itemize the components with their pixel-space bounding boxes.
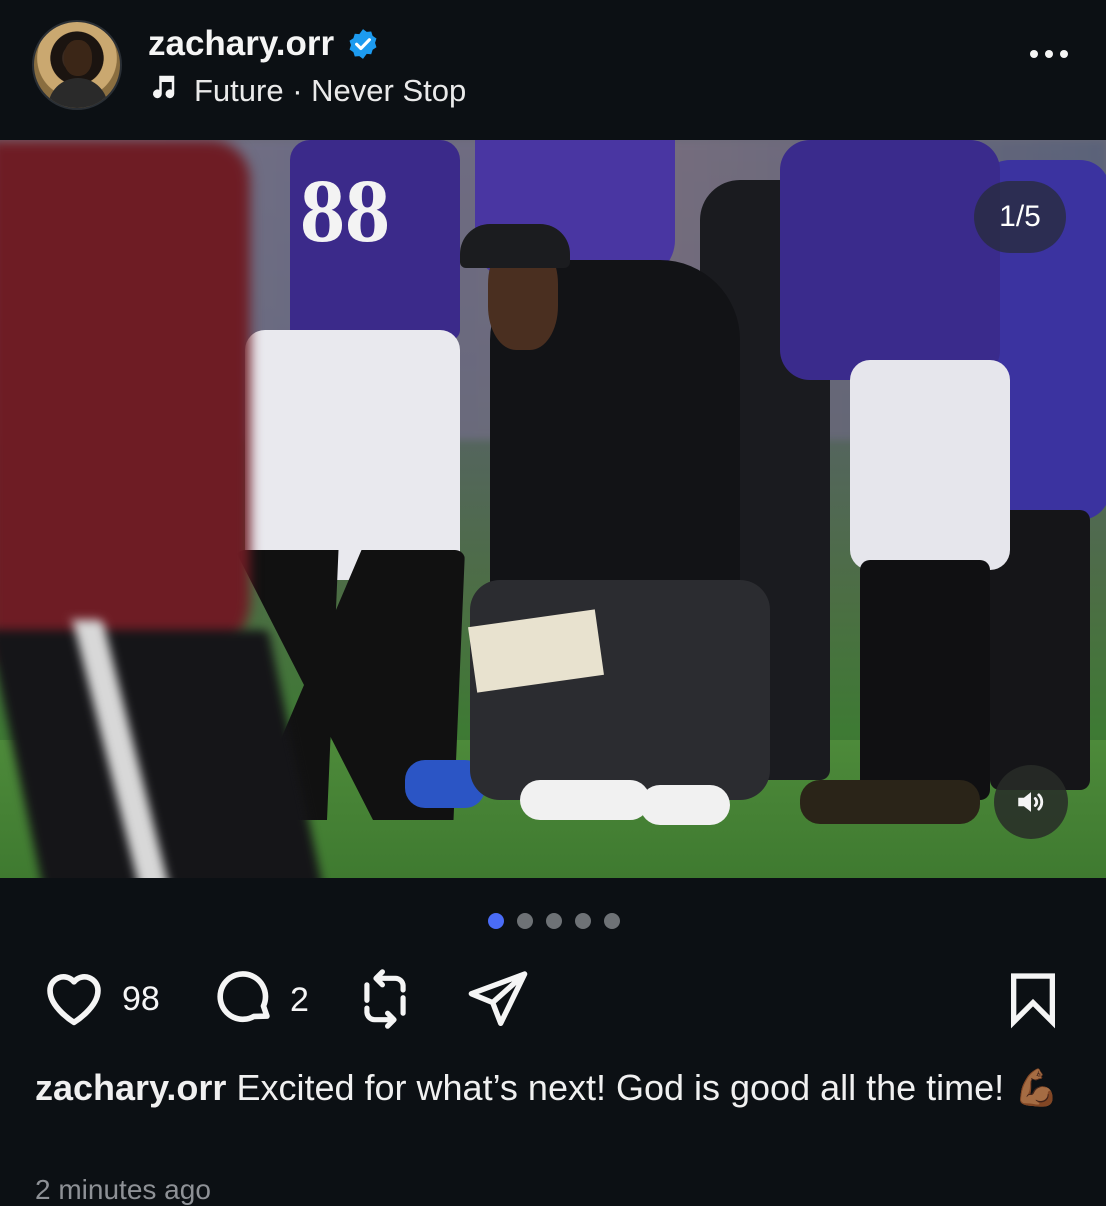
bookmark-icon <box>1004 966 1062 1037</box>
carousel-dot[interactable] <box>517 913 533 929</box>
jersey-number: 88 <box>300 162 390 261</box>
comment-button[interactable]: 2 <box>212 966 309 1035</box>
speaker-icon[interactable] <box>994 765 1068 839</box>
post-caption: zachary.orr Excited for what’s next! God… <box>35 1066 1075 1110</box>
like-button[interactable]: 98 <box>40 966 160 1033</box>
username-row: zachary.orr <box>148 24 380 64</box>
carousel-indicator <box>488 913 620 929</box>
carousel-dot[interactable] <box>604 913 620 929</box>
comment-count: 2 <box>290 981 309 1019</box>
repost-icon <box>354 966 416 1037</box>
bookmark-button[interactable] <box>1004 966 1062 1037</box>
media-counter: 1/5 <box>974 181 1066 253</box>
like-count: 98 <box>122 980 160 1018</box>
post-actions: 98 2 <box>40 966 1066 1032</box>
share-button[interactable] <box>464 966 532 1035</box>
audio-track[interactable]: Future · Never Stop <box>148 72 466 110</box>
more-options-icon[interactable] <box>1030 50 1068 58</box>
repost-button[interactable] <box>354 966 416 1037</box>
music-note-icon <box>148 72 178 110</box>
verified-badge-icon <box>346 27 380 61</box>
carousel-dot[interactable] <box>488 913 504 929</box>
comment-icon <box>212 966 276 1035</box>
carousel-dot[interactable] <box>575 913 591 929</box>
audio-label: Future · Never Stop <box>194 73 467 108</box>
avatar[interactable] <box>32 20 122 110</box>
carousel-dot[interactable] <box>546 913 562 929</box>
post-header: zachary.orr Future · Never Stop <box>0 0 1106 140</box>
username[interactable]: zachary.orr <box>148 24 334 64</box>
heart-icon <box>40 966 108 1033</box>
caption-text: Excited for what’s next! God is good all… <box>236 1067 1060 1108</box>
share-icon <box>464 966 532 1035</box>
post-timestamp: 2 minutes ago <box>35 1174 211 1205</box>
post-photo[interactable]: 88 <box>0 140 1106 878</box>
caption-username[interactable]: zachary.orr <box>35 1067 226 1108</box>
